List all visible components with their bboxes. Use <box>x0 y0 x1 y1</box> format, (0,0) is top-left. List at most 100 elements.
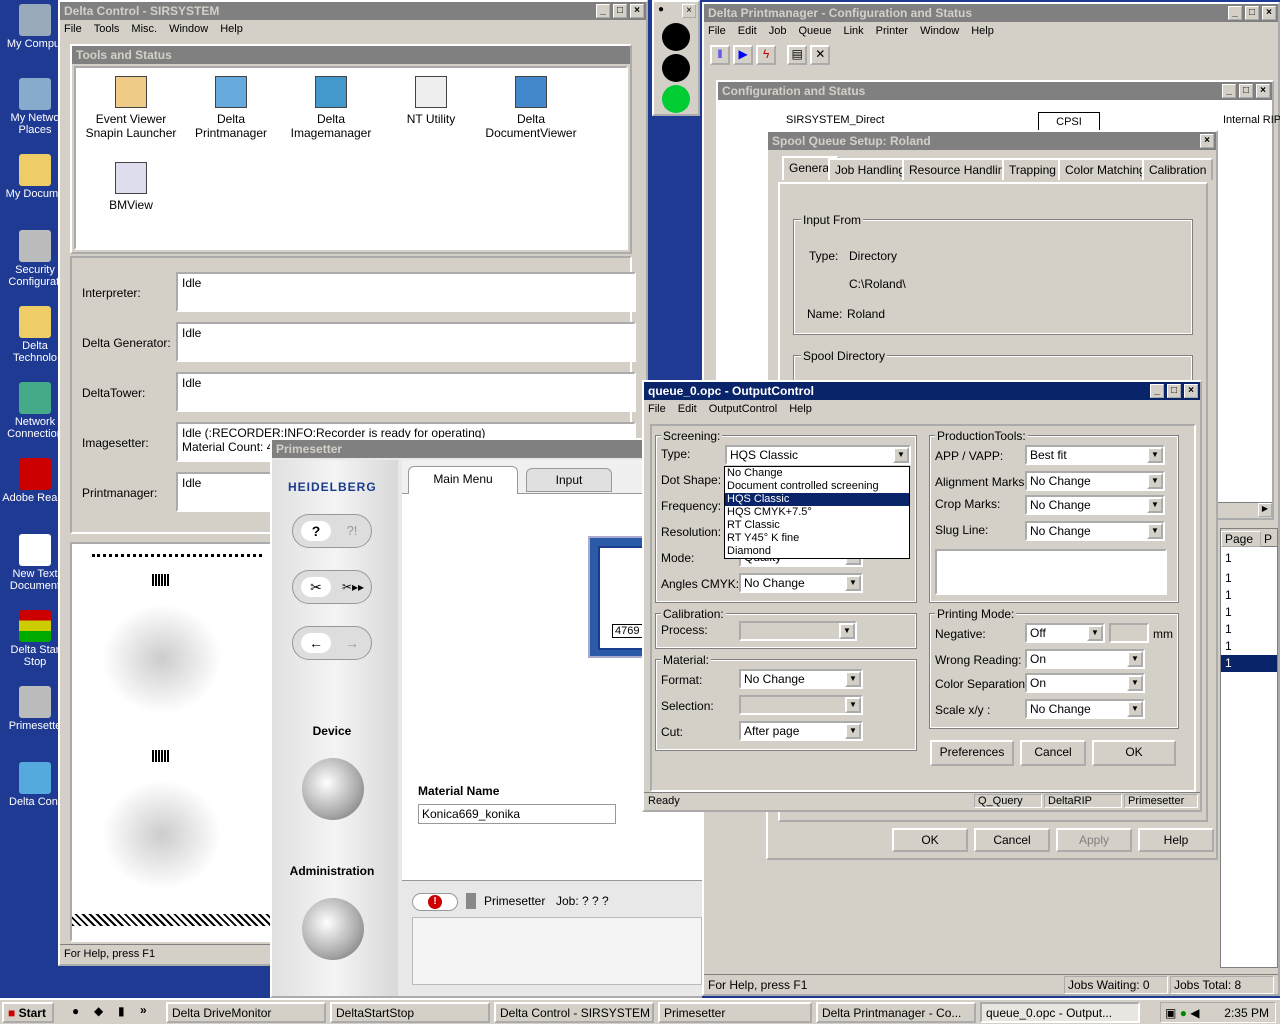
minimize-button[interactable]: _ <box>596 4 610 18</box>
menu-help[interactable]: Help <box>220 23 243 35</box>
maximize-button[interactable]: □ <box>613 4 627 18</box>
task-printmanager[interactable]: Delta Printmanager - Co... <box>816 1002 976 1023</box>
menu-edit[interactable]: Edit <box>738 25 757 37</box>
tab-resource-handling[interactable]: Resource Handling <box>902 158 1019 180</box>
minimize-button[interactable]: _ <box>1222 84 1236 98</box>
chevron-down-icon[interactable]: ▼ <box>1147 523 1163 539</box>
dropdown-option[interactable]: No Change <box>725 467 909 480</box>
app-vapp-select[interactable]: Best fit ▼ <box>1025 445 1165 465</box>
table-row[interactable]: 1 <box>1221 587 1277 604</box>
dropdown-option[interactable]: HQS CMYK+7.5° <box>725 506 909 519</box>
material-name-field[interactable]: Konica669_konika <box>418 804 616 824</box>
update-tray-icon[interactable]: ● <box>1180 1006 1187 1020</box>
menu-link[interactable]: Link <box>843 25 863 37</box>
table-row[interactable]: 1 <box>1221 621 1277 638</box>
dropdown-option[interactable]: Diamond <box>725 545 909 558</box>
slug-line-text[interactable] <box>935 549 1167 595</box>
cancel-button[interactable]: Cancel <box>974 828 1050 852</box>
menu-job[interactable]: Job <box>769 25 787 37</box>
error-icon[interactable]: ! <box>412 893 458 911</box>
menu-printer[interactable]: Printer <box>876 25 908 37</box>
dropdown-option-selected[interactable]: HQS Classic <box>725 493 909 506</box>
task-outputcontrol[interactable]: queue_0.opc - Output... <box>980 1002 1140 1023</box>
wrong-reading-select[interactable]: On ▼ <box>1025 649 1145 669</box>
menu-help[interactable]: Help <box>789 403 812 415</box>
arrow-right-icon[interactable]: → <box>337 633 367 653</box>
format-select[interactable]: No Change ▼ <box>739 669 863 689</box>
process-select[interactable]: ▼ <box>739 621 857 641</box>
tab-trapping[interactable]: Trapping <box>1002 158 1063 180</box>
tool-event-viewer[interactable]: Event Viewer Snapin Launcher <box>81 76 181 140</box>
selection-select[interactable]: ▼ <box>739 695 863 715</box>
tool-imagemanager[interactable]: Delta Imagemanager <box>281 76 381 140</box>
ok-button[interactable]: OK <box>1092 740 1176 766</box>
stop-button[interactable]: ϟ <box>756 45 777 65</box>
alignment-marks-select[interactable]: No Change ▼ <box>1025 471 1165 491</box>
task-startstop[interactable]: DeltaStartStop <box>330 1002 490 1023</box>
quicklaunch-traffic-icon[interactable]: ● <box>72 1004 79 1018</box>
arrow-left-icon[interactable]: ← <box>301 633 331 653</box>
tool-nt-utility[interactable]: NT Utility <box>381 76 481 126</box>
help-button[interactable]: ? <box>301 521 331 541</box>
chevron-down-icon[interactable]: ▼ <box>1127 651 1143 667</box>
chevron-down-icon[interactable]: ▼ <box>1147 497 1163 513</box>
table-row-selected[interactable]: 1 <box>1221 655 1277 672</box>
dropdown-option[interactable]: RT Y45° K fine <box>725 532 909 545</box>
table-row[interactable]: 1 <box>1221 604 1277 621</box>
color-separation-select[interactable]: On ▼ <box>1025 673 1145 693</box>
task-delta-control[interactable]: Delta Control - SIRSYSTEM <box>494 1002 654 1023</box>
maximize-button[interactable]: □ <box>1245 6 1259 20</box>
apply-button[interactable]: Apply <box>1056 828 1132 852</box>
chevron-down-icon[interactable]: ▼ <box>845 697 861 713</box>
maximize-button[interactable]: □ <box>1239 84 1253 98</box>
cut-select[interactable]: After page ▼ <box>739 721 863 741</box>
tool-printmanager[interactable]: Delta Printmanager <box>181 76 281 140</box>
column-page[interactable]: Page <box>1221 531 1261 547</box>
dropdown-option[interactable]: Document controlled screening <box>725 480 909 493</box>
scale-select[interactable]: No Change ▼ <box>1025 699 1145 719</box>
chevron-down-icon[interactable]: ▼ <box>839 623 855 639</box>
quicklaunch-printer-icon[interactable]: ▮ <box>118 1004 125 1018</box>
node-internal-rip[interactable]: Internal RIP <box>1223 114 1280 126</box>
tab-job-handling[interactable]: Job Handling <box>828 158 913 180</box>
play-button[interactable]: ▶ <box>733 45 754 65</box>
close-button[interactable]: × <box>1184 384 1198 398</box>
close-button[interactable]: × <box>682 4 696 18</box>
tab-input[interactable]: Input <box>526 468 612 492</box>
minimize-button[interactable]: _ <box>1150 384 1164 398</box>
close-button[interactable]: × <box>1200 134 1214 148</box>
quicklaunch-delta-icon[interactable]: ◆ <box>94 1004 103 1018</box>
task-drivemonitor[interactable]: Delta DriveMonitor <box>166 1002 326 1023</box>
chevron-down-icon[interactable]: ▼ <box>893 447 909 463</box>
menu-edit[interactable]: Edit <box>678 403 697 415</box>
cancel-button[interactable]: Cancel <box>1020 740 1086 766</box>
negative-select[interactable]: Off ▼ <box>1025 623 1105 643</box>
quicklaunch-chevron[interactable]: » <box>140 1003 147 1017</box>
scissors-icon[interactable]: ✂ <box>301 577 331 597</box>
menu-file[interactable]: File <box>648 403 666 415</box>
volume-icon[interactable]: ◀ <box>1190 1006 1199 1020</box>
menu-tools[interactable]: Tools <box>94 23 120 35</box>
chevron-down-icon[interactable]: ▼ <box>845 723 861 739</box>
table-row[interactable]: 1 <box>1221 570 1277 587</box>
chevron-down-icon[interactable]: ▼ <box>1087 625 1103 641</box>
scissors-forward-icon[interactable]: ✂▸▸ <box>337 577 369 597</box>
chevron-down-icon[interactable]: ▼ <box>1127 701 1143 717</box>
close-button[interactable]: × <box>1262 6 1276 20</box>
chevron-down-icon[interactable]: ▼ <box>1147 447 1163 463</box>
menu-queue[interactable]: Queue <box>798 25 831 37</box>
chevron-down-icon[interactable]: ▼ <box>845 671 861 687</box>
tab-color-matching[interactable]: Color Matching <box>1058 158 1153 180</box>
chevron-down-icon[interactable]: ▼ <box>1147 473 1163 489</box>
menu-window[interactable]: Window <box>169 23 208 35</box>
table-row[interactable]: 1 <box>1221 638 1277 655</box>
menu-misc[interactable]: Misc. <box>131 23 157 35</box>
ok-button[interactable]: OK <box>892 828 968 852</box>
properties-icon[interactable]: ▤ <box>787 45 808 65</box>
menu-help[interactable]: Help <box>971 25 994 37</box>
task-primesetter[interactable]: Primesetter <box>658 1002 812 1023</box>
close-button[interactable]: × <box>1256 84 1270 98</box>
node-direct[interactable]: SIRSYSTEM_Direct <box>786 114 884 126</box>
slug-line-select[interactable]: No Change ▼ <box>1025 521 1165 541</box>
chevron-down-icon[interactable]: ▼ <box>845 575 861 591</box>
